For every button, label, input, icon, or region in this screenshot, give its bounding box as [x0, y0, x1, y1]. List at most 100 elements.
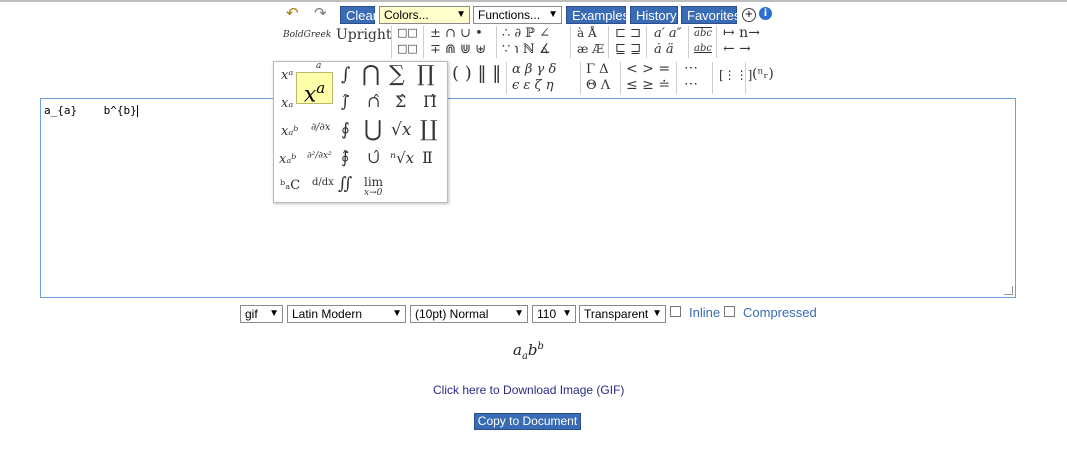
binomial-symbol[interactable]: (ⁿᵣ): [752, 66, 774, 82]
palette-divider: [608, 26, 609, 58]
functions-select-value: Functions...: [478, 8, 541, 22]
redo-icon[interactable]: ↷: [314, 4, 327, 22]
compressed-checkbox[interactable]: [724, 306, 735, 317]
accent-symbols-1[interactable]: à Å: [577, 26, 597, 40]
contour-integral-option[interactable]: ∮: [341, 120, 350, 140]
palette-divider: [496, 26, 497, 58]
integral-option[interactable]: ∫: [341, 64, 350, 85]
logic-symbols-2[interactable]: ∵ ℩ ℕ ∡: [502, 42, 551, 57]
preview-base-1: a: [513, 341, 522, 359]
capital-greek-2[interactable]: Θ Λ: [586, 78, 610, 93]
inline-label[interactable]: Inline: [689, 305, 720, 320]
subset-symbols-1[interactable]: ⊏ ⊐: [615, 26, 641, 41]
superscript-option-highlighted[interactable]: xa: [296, 72, 333, 107]
chevron-down-icon: ▼: [652, 308, 662, 319]
coproduct-option[interactable]: ∐: [420, 117, 438, 142]
square-root-option[interactable]: √x: [391, 120, 411, 140]
operator-symbols-1[interactable]: ± ∩ ∪ •: [430, 26, 483, 41]
clear-button[interactable]: Clear: [340, 6, 377, 24]
latex-editor-textarea[interactable]: a_{a} b^{b}: [40, 98, 1016, 298]
subscript-option[interactable]: xₐ: [281, 96, 293, 111]
info-icon[interactable]: i: [759, 7, 772, 20]
undo-icon[interactable]: ↶: [286, 4, 299, 22]
compressed-label[interactable]: Compressed: [743, 305, 817, 320]
favorites-button[interactable]: Favorites: [681, 6, 740, 24]
editor-content: a_{a} b^{b}: [44, 104, 138, 117]
subset-symbols-2[interactable]: ⊑ ⊒: [615, 42, 641, 57]
inline-checkbox[interactable]: [670, 306, 681, 317]
palette-divider: [580, 62, 581, 94]
contour-integral-limits-option[interactable]: ∮̂: [341, 148, 349, 167]
dots-symbol-1[interactable]: ⋯: [684, 60, 698, 76]
delimiter-symbols[interactable]: ( ) ‖ ‖: [452, 63, 501, 84]
copy-to-document-button[interactable]: Copy to Document: [474, 413, 581, 430]
sub-superscript-offset-option[interactable]: xₐᵇ: [279, 152, 296, 167]
operator-symbols-2[interactable]: ∓ ⋒ ⋓ ⊎: [430, 42, 486, 57]
background-select[interactable]: Transparent ▼: [579, 305, 666, 323]
colors-select[interactable]: Colors... ▼: [379, 6, 470, 24]
cap-limits-option[interactable]: ∩̂: [367, 92, 380, 111]
upright-toggle[interactable]: Upright: [336, 27, 392, 43]
double-integral-option[interactable]: ∬: [338, 174, 352, 194]
big-cap-option[interactable]: ⋂: [362, 62, 380, 87]
palette-divider: [745, 62, 746, 94]
box-symbols-1[interactable]: □□: [397, 26, 418, 39]
sum-limits-option[interactable]: Σ̂: [395, 92, 406, 111]
boldgreek-toggle[interactable]: BoldGreek: [283, 30, 331, 40]
dots-symbol-2[interactable]: ⋯: [684, 76, 698, 92]
big-cup-option[interactable]: ⋃: [364, 117, 382, 142]
nth-root-option[interactable]: ⁿ√x: [390, 149, 414, 167]
resize-handle-icon[interactable]: [1004, 286, 1013, 295]
functions-select[interactable]: Functions... ▼: [473, 6, 562, 24]
dpi-select-value: 110: [537, 307, 557, 321]
font-select[interactable]: Latin Modern ▼: [287, 305, 406, 323]
palette-divider: [423, 26, 424, 58]
integral-limits-option[interactable]: ∫̂: [341, 92, 349, 111]
coproduct-limits-option[interactable]: Ⅱ: [422, 148, 433, 167]
history-button[interactable]: History: [630, 6, 678, 24]
greek-symbols-2[interactable]: ϵ ε ζ η: [512, 78, 554, 93]
examples-button[interactable]: Examples: [566, 6, 629, 24]
logic-symbols-1[interactable]: ∴ ∂ ℙ ∠: [502, 26, 550, 41]
underline-abc[interactable]: abc: [694, 43, 712, 54]
prescript-option[interactable]: ᵇₐC: [280, 178, 300, 193]
overscript-option[interactable]: a: [316, 61, 321, 71]
format-select-value: gif: [245, 307, 258, 321]
overline-abc[interactable]: abc: [694, 28, 712, 39]
arrow-symbols-1[interactable]: ↦ n→: [723, 25, 760, 41]
prime-symbols-1[interactable]: a′ a″: [654, 26, 681, 41]
greek-symbols-1[interactable]: α β γ δ: [512, 62, 556, 77]
size-select[interactable]: (10pt) Normal ▼: [410, 305, 528, 323]
second-partial-option[interactable]: ∂²/∂x²: [307, 151, 332, 161]
partial-derivative-option[interactable]: ∂/∂x: [311, 122, 330, 133]
palette-divider: [646, 26, 647, 58]
chevron-down-icon: ▼: [548, 9, 558, 20]
box-symbols-2[interactable]: □□: [397, 42, 418, 55]
prime-symbols-2[interactable]: ȧ ä: [654, 42, 674, 57]
product-option[interactable]: ∏: [417, 62, 435, 87]
arrow-symbols-2[interactable]: ← →: [723, 41, 751, 57]
download-image-link[interactable]: Click here to Download Image (GIF): [433, 383, 624, 397]
colors-select-value: Colors...: [384, 8, 429, 22]
matrix-symbol[interactable]: [⋮⋮]: [719, 68, 752, 82]
palette-divider: [506, 62, 507, 94]
superscript-option[interactable]: xᵃ: [281, 68, 293, 83]
dpi-select[interactable]: 110 ▼: [532, 305, 576, 323]
relation-symbols-2[interactable]: ≤ ≥ ≐: [626, 77, 670, 93]
sub-superscript-option[interactable]: xₐᵇ: [281, 124, 298, 139]
font-select-value: Latin Modern: [292, 307, 363, 321]
chevron-down-icon: ▼: [514, 308, 524, 319]
size-select-value: (10pt) Normal: [415, 307, 489, 321]
palette-divider: [391, 26, 392, 58]
limit-option[interactable]: lim: [364, 175, 383, 189]
accent-symbols-2[interactable]: æ Æ: [577, 42, 604, 56]
capital-greek-1[interactable]: Γ Δ: [586, 62, 609, 77]
plus-icon[interactable]: +: [742, 8, 756, 22]
cup-limits-option[interactable]: ∪̂: [367, 148, 380, 167]
derivative-option[interactable]: d/dx: [312, 177, 334, 188]
sum-option[interactable]: ∑: [389, 62, 405, 87]
format-select[interactable]: gif ▼: [240, 305, 283, 323]
relation-symbols-1[interactable]: < > =: [626, 61, 670, 77]
palette-divider: [716, 26, 717, 58]
product-limits-option[interactable]: Π̂: [423, 92, 437, 111]
